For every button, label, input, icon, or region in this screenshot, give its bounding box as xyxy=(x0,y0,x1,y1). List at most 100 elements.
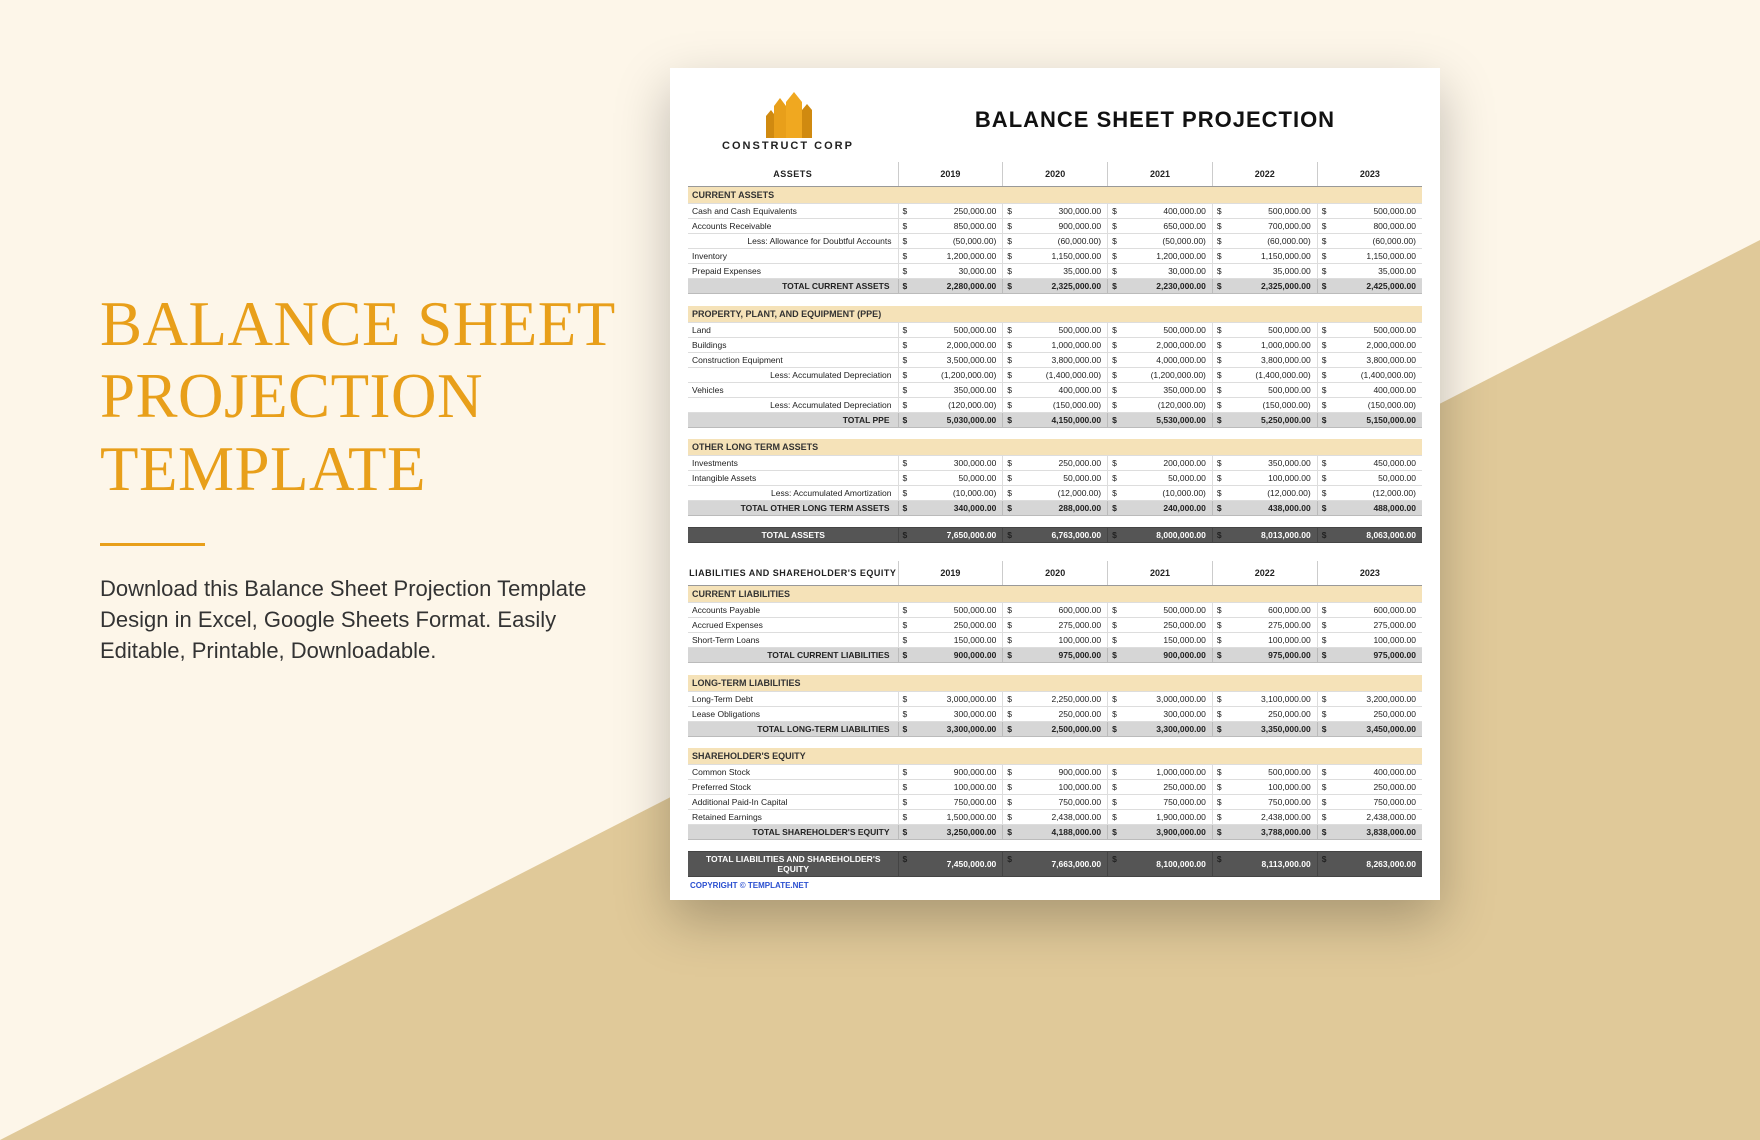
value-cell: $(150,000.00) xyxy=(1003,397,1108,412)
value-cell: $975,000.00 xyxy=(1212,648,1317,663)
value-cell: $300,000.00 xyxy=(898,706,1003,721)
value-cell: $900,000.00 xyxy=(1003,219,1108,234)
table-row: Accounts Payable$500,000.00$600,000.00$5… xyxy=(688,603,1422,618)
title-line-3: TEMPLATE xyxy=(100,434,426,504)
grand-total-row: TOTAL LIABILITIES AND SHAREHOLDER'S EQUI… xyxy=(688,852,1422,877)
value-cell: $2,250,000.00 xyxy=(1003,691,1108,706)
value-cell: $(150,000.00) xyxy=(1317,397,1422,412)
value-cell: $3,100,000.00 xyxy=(1212,691,1317,706)
value-cell: $(1,400,000.00) xyxy=(1003,367,1108,382)
total-row: TOTAL PPE$5,030,000.00$4,150,000.00$5,53… xyxy=(688,412,1422,427)
row-label: Buildings xyxy=(688,337,898,352)
value-cell: $250,000.00 xyxy=(1108,780,1213,795)
value-cell: $500,000.00 xyxy=(1212,204,1317,219)
value-cell: $240,000.00 xyxy=(1108,501,1213,516)
value-cell: $1,150,000.00 xyxy=(1317,249,1422,264)
subsection-header: PROPERTY, PLANT, AND EQUIPMENT (PPE) xyxy=(688,306,1422,323)
table-row: Cash and Cash Equivalents$250,000.00$300… xyxy=(688,204,1422,219)
row-label: Prepaid Expenses xyxy=(688,264,898,279)
row-label: Less: Accumulated Depreciation xyxy=(688,397,898,412)
table-row: Less: Allowance for Doubtful Accounts$(5… xyxy=(688,234,1422,249)
table-row: Buildings$2,000,000.00$1,000,000.00$2,00… xyxy=(688,337,1422,352)
row-label: Accounts Payable xyxy=(688,603,898,618)
value-cell: $3,838,000.00 xyxy=(1317,825,1422,840)
table-row: Construction Equipment$3,500,000.00$3,80… xyxy=(688,352,1422,367)
subsection-header: OTHER LONG TERM ASSETS xyxy=(688,439,1422,456)
title-line-2: PROJECTION xyxy=(100,361,483,431)
total-row: TOTAL CURRENT LIABILITIES$900,000.00$975… xyxy=(688,648,1422,663)
year-header: 2022 xyxy=(1212,561,1317,586)
value-cell: $3,800,000.00 xyxy=(1212,352,1317,367)
value-cell: $350,000.00 xyxy=(1212,456,1317,471)
value-cell: $100,000.00 xyxy=(1317,633,1422,648)
value-cell: $2,000,000.00 xyxy=(1108,337,1213,352)
value-cell: $(1,200,000.00) xyxy=(898,367,1003,382)
value-cell: $(1,400,000.00) xyxy=(1212,367,1317,382)
row-label: Less: Allowance for Doubtful Accounts xyxy=(688,234,898,249)
promo-title: BALANCE SHEET PROJECTION TEMPLATE xyxy=(100,288,620,505)
value-cell: $1,000,000.00 xyxy=(1003,337,1108,352)
value-cell: $3,800,000.00 xyxy=(1003,352,1108,367)
value-cell: $3,000,000.00 xyxy=(1108,691,1213,706)
row-label: Accrued Expenses xyxy=(688,618,898,633)
value-cell: $7,450,000.00 xyxy=(898,852,1003,877)
row-label: Intangible Assets xyxy=(688,471,898,486)
value-cell: $1,150,000.00 xyxy=(1003,249,1108,264)
value-cell: $100,000.00 xyxy=(1212,471,1317,486)
table-row: Less: Accumulated Amortization$(10,000.0… xyxy=(688,486,1422,501)
value-cell: $2,500,000.00 xyxy=(1003,721,1108,736)
value-cell: $3,000,000.00 xyxy=(898,691,1003,706)
value-cell: $500,000.00 xyxy=(898,322,1003,337)
company-name: CONSTRUCT CORP xyxy=(688,140,888,152)
year-header-row: ASSETS20192020202120222023 xyxy=(688,162,1422,187)
value-cell: $1,150,000.00 xyxy=(1212,249,1317,264)
value-cell: $100,000.00 xyxy=(898,780,1003,795)
value-cell: $(12,000.00) xyxy=(1317,486,1422,501)
row-label: Retained Earnings xyxy=(688,810,898,825)
value-cell: $(120,000.00) xyxy=(1108,397,1213,412)
document-title: BALANCE SHEET PROJECTION xyxy=(888,107,1422,133)
value-cell: $4,000,000.00 xyxy=(1108,352,1213,367)
row-label: Preferred Stock xyxy=(688,780,898,795)
value-cell: $1,000,000.00 xyxy=(1212,337,1317,352)
value-cell: $850,000.00 xyxy=(898,219,1003,234)
value-cell: $(60,000.00) xyxy=(1317,234,1422,249)
total-row: TOTAL CURRENT ASSETS$2,280,000.00$2,325,… xyxy=(688,279,1422,294)
value-cell: $4,188,000.00 xyxy=(1003,825,1108,840)
value-cell: $500,000.00 xyxy=(1003,322,1108,337)
value-cell: $3,788,000.00 xyxy=(1212,825,1317,840)
value-cell: $6,763,000.00 xyxy=(1003,528,1108,543)
value-cell: $750,000.00 xyxy=(1108,795,1213,810)
total-label: TOTAL CURRENT LIABILITIES xyxy=(688,648,898,663)
value-cell: $5,030,000.00 xyxy=(898,412,1003,427)
value-cell: $50,000.00 xyxy=(1108,471,1213,486)
value-cell: $350,000.00 xyxy=(1108,382,1213,397)
value-cell: $(10,000.00) xyxy=(898,486,1003,501)
value-cell: $(150,000.00) xyxy=(1212,397,1317,412)
value-cell: $50,000.00 xyxy=(1003,471,1108,486)
copyright-text: COPYRIGHT © TEMPLATE.NET xyxy=(688,877,1422,890)
value-cell: $35,000.00 xyxy=(1212,264,1317,279)
table-row: Common Stock$900,000.00$900,000.00$1,000… xyxy=(688,765,1422,780)
value-cell: $150,000.00 xyxy=(898,633,1003,648)
row-label: Lease Obligations xyxy=(688,706,898,721)
value-cell: $750,000.00 xyxy=(1212,795,1317,810)
assets-table: ASSETS20192020202120222023CURRENT ASSETS… xyxy=(688,162,1422,543)
row-label: Long-Term Debt xyxy=(688,691,898,706)
value-cell: $400,000.00 xyxy=(1003,382,1108,397)
value-cell: $8,013,000.00 xyxy=(1212,528,1317,543)
value-cell: $750,000.00 xyxy=(1003,795,1108,810)
value-cell: $7,650,000.00 xyxy=(898,528,1003,543)
grand-total-row: TOTAL ASSETS$7,650,000.00$6,763,000.00$8… xyxy=(688,528,1422,543)
value-cell: $900,000.00 xyxy=(1003,765,1108,780)
year-header: 2021 xyxy=(1108,162,1213,187)
value-cell: $500,000.00 xyxy=(1108,322,1213,337)
value-cell: $(50,000.00) xyxy=(898,234,1003,249)
row-label: Short-Term Loans xyxy=(688,633,898,648)
value-cell: $3,250,000.00 xyxy=(898,825,1003,840)
value-cell: $3,200,000.00 xyxy=(1317,691,1422,706)
value-cell: $8,000,000.00 xyxy=(1108,528,1213,543)
value-cell: $275,000.00 xyxy=(1317,618,1422,633)
value-cell: $600,000.00 xyxy=(1212,603,1317,618)
value-cell: $3,300,000.00 xyxy=(898,721,1003,736)
